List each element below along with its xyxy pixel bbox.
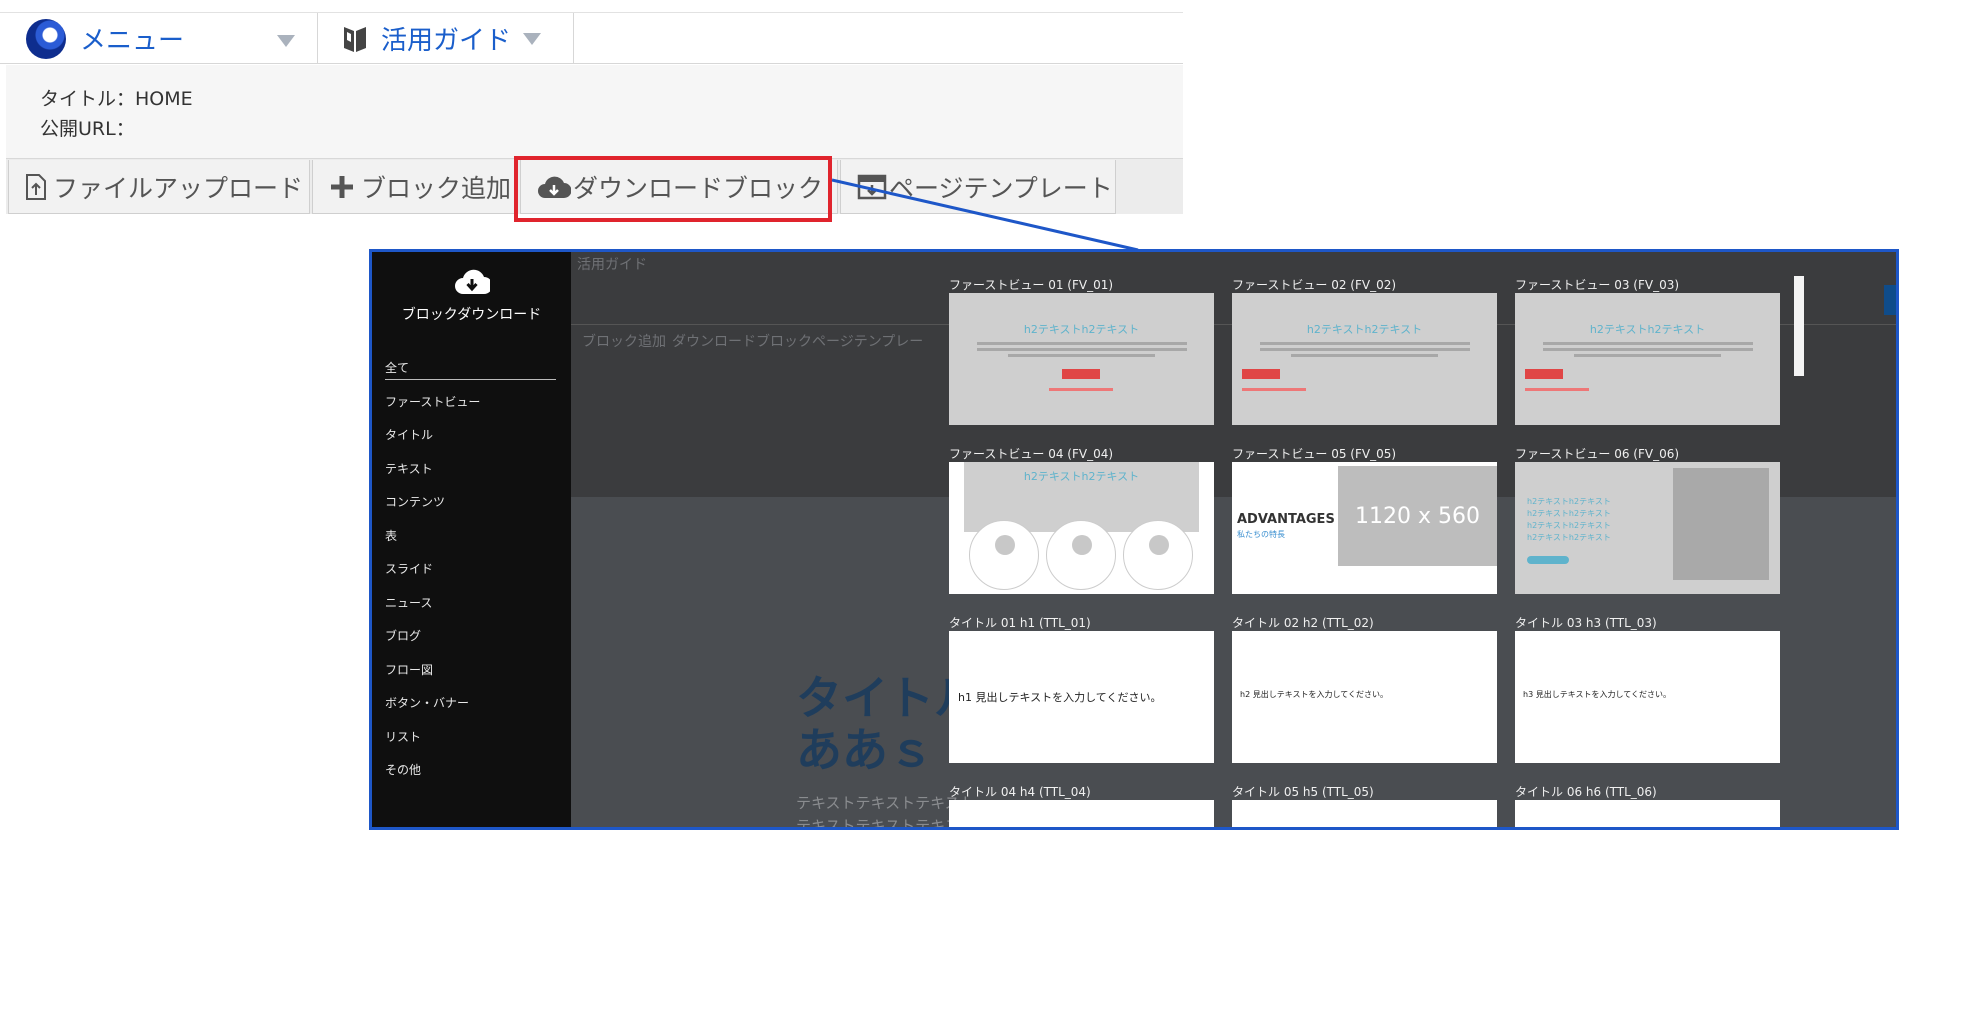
block-thumbnail[interactable]: h2テキストh2テキスト h2テキストh2テキスト h2テキストh2テキスト h2テキ… bbox=[1515, 462, 1780, 594]
block-thumbnail[interactable]: h3 見出しテキストを入力してください。 bbox=[1515, 631, 1780, 763]
thumb-text-lines bbox=[1542, 339, 1753, 360]
category-item[interactable]: タイトル bbox=[385, 426, 433, 443]
category-item[interactable]: コンテンツ bbox=[385, 493, 445, 510]
block-label: タイトル 03 h3 (TTL_03) bbox=[1515, 616, 1657, 630]
placeholder-image: 1120 x 560 bbox=[1338, 466, 1497, 566]
category-item[interactable]: その他 bbox=[385, 761, 421, 778]
cloud-download-icon bbox=[455, 269, 490, 294]
block-label: タイトル 01 h1 (TTL_01) bbox=[949, 616, 1091, 630]
thumb-heading: h2テキストh2テキスト bbox=[1023, 470, 1140, 483]
block-thumbnail[interactable]: h2 見出しテキストを入力してください。 bbox=[1232, 631, 1497, 763]
block-label: ファーストビュー 02 (FV_02) bbox=[1232, 278, 1397, 292]
background-page-template: ページテンプレー bbox=[812, 334, 924, 350]
thumb-heading: h2テキストh2テキスト bbox=[1589, 323, 1706, 336]
category-item[interactable]: ブログ bbox=[385, 627, 421, 644]
block-label: ファーストビュー 06 (FV_06) bbox=[1515, 447, 1680, 461]
category-all[interactable]: 全て bbox=[385, 359, 556, 380]
thumb-heading: h2テキストh2テキスト bbox=[1023, 323, 1140, 336]
thumb-heading: h2 見出しテキストを入力してください。 bbox=[1240, 690, 1388, 699]
block-label: タイトル 06 h6 (TTL_06) bbox=[1515, 785, 1657, 799]
block-thumbnail[interactable] bbox=[1232, 800, 1497, 827]
thumb-link bbox=[1242, 388, 1306, 391]
category-item[interactable]: ニュース bbox=[385, 594, 432, 611]
thumb-heading: h2テキストh2テキスト bbox=[1527, 533, 1611, 542]
background-body-text: テキストテキストテキスト bbox=[796, 794, 975, 812]
block-thumbnail[interactable]: h1 見出しテキストを入力してください。 bbox=[949, 631, 1214, 763]
category-item[interactable]: スライド bbox=[385, 560, 433, 577]
category-item[interactable]: 表 bbox=[385, 527, 397, 544]
thumb-heading: h2テキストh2テキスト bbox=[1527, 521, 1611, 530]
thumb-text-lines bbox=[1259, 339, 1470, 360]
block-label: タイトル 02 h2 (TTL_02) bbox=[1232, 616, 1374, 630]
category-item[interactable]: フロー図 bbox=[385, 661, 433, 678]
block-label: ファーストビュー 04 (FV_04) bbox=[949, 447, 1114, 461]
thumb-heading: h1 見出しテキストを入力してください。 bbox=[958, 691, 1162, 704]
block-thumbnail[interactable] bbox=[1515, 800, 1780, 827]
block-label: ファーストビュー 03 (FV_03) bbox=[1515, 278, 1680, 292]
thumb-heading: h2テキストh2テキスト bbox=[1527, 509, 1611, 518]
category-item[interactable]: リスト bbox=[385, 728, 421, 745]
block-thumbnail[interactable]: h2テキストh2テキスト bbox=[949, 293, 1214, 425]
modal-title: ブロックダウンロード bbox=[401, 307, 542, 323]
thumb-heading: h2テキストh2テキスト bbox=[1527, 497, 1611, 506]
thumb-link bbox=[1049, 388, 1113, 391]
thumb-text-lines bbox=[976, 339, 1187, 360]
block-thumbnail[interactable]: h2テキストh2テキスト bbox=[1232, 293, 1497, 425]
category-sidebar: ブロックダウンロード 全てファーストビュー タイトルテキストコンテンツ表スライドニ… bbox=[372, 252, 571, 827]
category-item[interactable]: ボタン・バナー bbox=[385, 694, 469, 711]
category-item[interactable]: テキスト bbox=[385, 460, 433, 477]
thumb-heading: h2テキストh2テキスト bbox=[1306, 323, 1423, 336]
thumb-button bbox=[1527, 556, 1569, 564]
thumb-subheading: 私たちの特長 bbox=[1237, 530, 1285, 539]
block-label: ファーストビュー 05 (FV_05) bbox=[1232, 447, 1397, 461]
background-download-block: ダウンロードブロック bbox=[672, 334, 812, 350]
thumb-heading: ADVANTAGES bbox=[1237, 512, 1335, 527]
thumb-button bbox=[1062, 369, 1100, 379]
side-tab[interactable] bbox=[1884, 285, 1896, 315]
block-label: ファーストビュー 01 (FV_01) bbox=[949, 278, 1114, 292]
block-thumbnail[interactable]: 1120 x 560 ADVANTAGES 私たちの特長 bbox=[1232, 462, 1497, 594]
block-thumbnail[interactable] bbox=[949, 800, 1214, 827]
background-body-text: テキストテキストテキスト bbox=[796, 817, 975, 830]
scrollbar[interactable] bbox=[1794, 276, 1804, 376]
thumb-heading: h3 見出しテキストを入力してください。 bbox=[1523, 690, 1671, 699]
block-thumbnail[interactable]: h2テキストh2テキスト bbox=[1515, 293, 1780, 425]
block-thumbnail[interactable]: h2テキストh2テキスト bbox=[949, 462, 1214, 594]
background-guide-label: 活用ガイド bbox=[577, 257, 647, 273]
category-item[interactable]: ファーストビュー bbox=[385, 393, 480, 410]
thumb-link bbox=[1525, 388, 1589, 391]
thumb-button bbox=[1525, 369, 1563, 379]
block-label: タイトル 05 h5 (TTL_05) bbox=[1232, 785, 1374, 799]
block-label: タイトル 04 h4 (TTL_04) bbox=[949, 785, 1091, 799]
thumb-button bbox=[1242, 369, 1280, 379]
zoomed-block-download-modal: 活用ガイド ブロック追加 ダウンロードブロック ページテンプレー タイトル ああ… bbox=[369, 249, 1899, 830]
background-add-block: ブロック追加 bbox=[582, 334, 666, 350]
